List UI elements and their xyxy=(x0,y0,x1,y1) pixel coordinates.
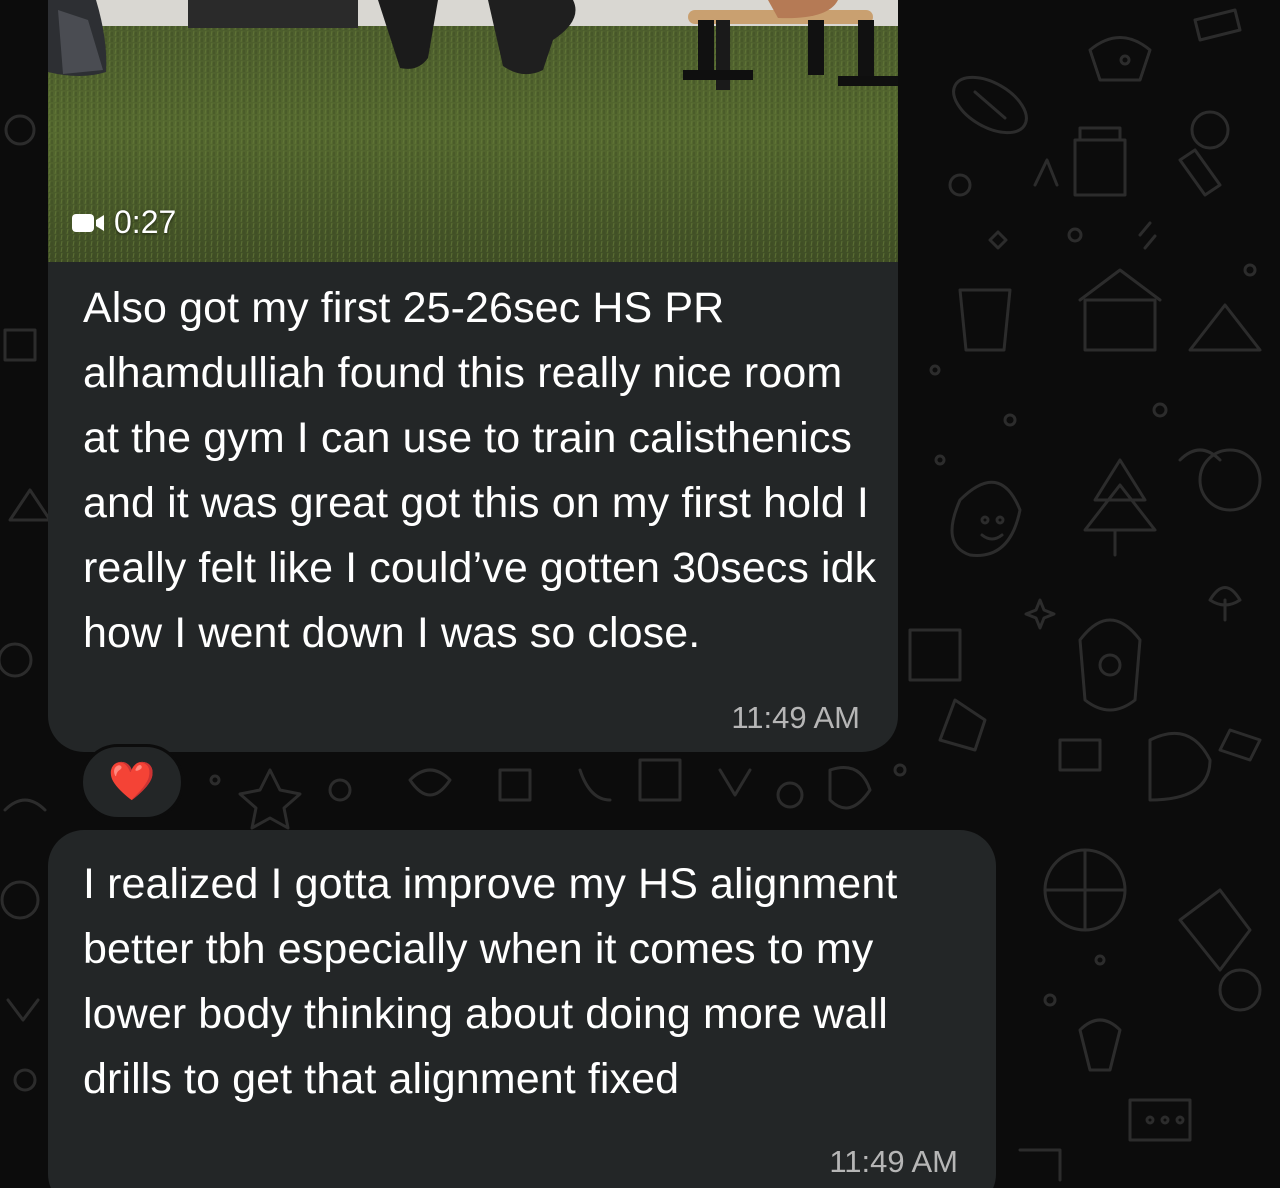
message-timestamp: 11:49 AM xyxy=(829,1144,958,1179)
message-bubble-video[interactable]: 0:27 Also got my first 25-26sec HS PR al… xyxy=(48,0,898,752)
message-text: I realized I gotta improve my HS alignme… xyxy=(83,860,898,1103)
video-duration-label: 0:27 xyxy=(114,204,177,240)
video-duration: 0:27 xyxy=(72,204,176,241)
chat-view: 0:27 Also got my first 25-26sec HS PR al… xyxy=(0,0,1280,1188)
message-timestamp: 11:49 AM xyxy=(731,700,860,735)
message-bubble-text[interactable]: I realized I gotta improve my HS alignme… xyxy=(48,830,996,1188)
heart-icon: ❤️ xyxy=(108,761,156,803)
heart-reaction[interactable]: ❤️ xyxy=(80,744,184,820)
video-camera-icon xyxy=(72,213,104,232)
message-text: Also got my first 25-26sec HS PR alhamdu… xyxy=(83,284,877,657)
